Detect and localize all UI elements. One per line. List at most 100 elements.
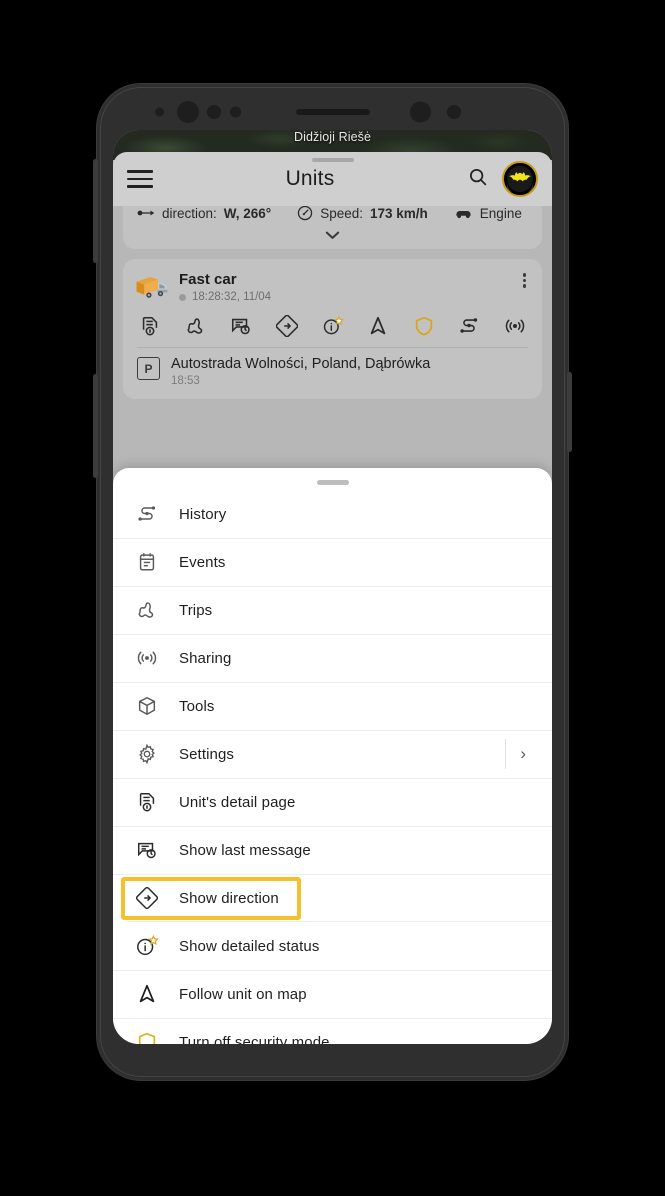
detailed-status-icon[interactable] — [322, 315, 344, 337]
parking-icon: P — [137, 357, 160, 380]
chevron-down-icon[interactable] — [123, 228, 542, 245]
phone-frame: Didžioji Riešė Units direction: W, 266° … — [93, 84, 572, 1080]
menu-item-label: Show detailed status — [179, 937, 320, 955]
menu-item-label: History — [179, 505, 227, 523]
detailed-status-icon — [135, 934, 159, 958]
hamburger-line-1 — [127, 170, 153, 173]
settings-submenu-affordance[interactable]: › — [505, 731, 538, 778]
power-button[interactable] — [567, 372, 572, 452]
chevron-right-icon[interactable]: › — [520, 744, 538, 764]
phone-screen: Didžioji Riešė Units direction: W, 266° … — [113, 130, 552, 1044]
info-value-direction: W, 266° — [223, 206, 272, 221]
menu-item-show-detailed-status[interactable]: Show detailed status — [113, 923, 552, 971]
menu-item-show-last-message[interactable]: Show last message — [113, 827, 552, 875]
menu-item-events[interactable]: Events — [113, 539, 552, 587]
menu-item-label: Sharing — [179, 649, 232, 667]
drag-handle[interactable] — [316, 480, 349, 485]
info-cell-engine: Engine — [441, 206, 535, 221]
menu-item-label: Tools — [179, 697, 215, 715]
status-badge — [179, 293, 186, 301]
map-place-label: Didžioji Riešė — [293, 130, 372, 144]
unit-card-header: Fast car 18:28:32, 11/04 — [123, 271, 542, 303]
menu-item-settings[interactable]: Settings › — [113, 731, 552, 779]
avatar[interactable] — [502, 161, 538, 197]
arrow-horizontal-icon — [137, 210, 155, 216]
more-options-icon[interactable] — [521, 271, 529, 290]
hamburger-line-2 — [127, 177, 153, 181]
bottom-sheet-menu: History Events Trips Sharing Tools Setti… — [113, 468, 552, 1044]
last-message-icon — [135, 838, 159, 862]
kebab-dot — [522, 273, 526, 277]
show-direction-icon[interactable] — [275, 315, 298, 337]
unit-card-titles: Fast car 18:28:32, 11/04 — [179, 271, 521, 303]
car-icon — [456, 210, 471, 219]
info-cell-direction: direction: W, 266° — [137, 206, 284, 221]
unit-address-row[interactable]: P Autostrada Wolności, Poland, Dąbrówka … — [137, 347, 528, 399]
unit-timestamp: 18:28:32, 11/04 — [192, 291, 272, 303]
menu-item-follow-unit-on-map[interactable]: Follow unit on map — [113, 971, 552, 1019]
menu-item-sharing[interactable]: Sharing — [113, 635, 552, 683]
volume-down-button[interactable] — [93, 374, 98, 478]
menu-item-turn-off-security-mode[interactable]: Turn off security mode — [113, 1019, 552, 1045]
unit-card-partial[interactable]: Company:SPACE SIM:0507000 Additi — [123, 206, 542, 249]
trips-icon — [135, 598, 159, 622]
hamburger-icon[interactable] — [127, 170, 153, 188]
trips-icon[interactable] — [185, 315, 207, 337]
earpiece-speaker — [295, 109, 370, 115]
info-label-speed: Speed: — [320, 206, 363, 221]
unit-address: Autostrada Wolności, Poland, Dąbrówka — [171, 356, 431, 372]
sharing-icon[interactable] — [504, 315, 526, 337]
kebab-dot — [522, 284, 526, 288]
kebab-dot — [522, 278, 526, 282]
security-mode-icon — [135, 1030, 159, 1044]
history-icon[interactable] — [458, 315, 480, 337]
app-bar: Units — [113, 152, 552, 206]
panel-grabber[interactable] — [311, 158, 354, 162]
divider — [505, 739, 507, 769]
menu-item-unit-detail-page[interactable]: Unit's detail page — [113, 779, 552, 827]
menu-item-trips[interactable]: Trips — [113, 587, 552, 635]
menu-item-label: Unit's detail page — [179, 793, 296, 811]
speedometer-icon — [298, 206, 313, 221]
search-icon[interactable] — [467, 166, 489, 193]
sensor-dot-3 — [230, 106, 241, 118]
unit-address-block: Autostrada Wolności, Poland, Dąbrówka 18… — [171, 356, 430, 387]
unit-quick-actions — [123, 303, 542, 347]
unit-address-time: 18:53 — [171, 375, 200, 387]
sensor-dot-5 — [447, 105, 461, 119]
menu-item-label: Trips — [179, 601, 213, 619]
gear-icon — [135, 742, 159, 766]
volume-up-button[interactable] — [93, 159, 98, 263]
menu-item-tools[interactable]: Tools — [113, 683, 552, 731]
unit-name: Fast car — [179, 271, 237, 288]
menu-item-history[interactable]: History — [113, 491, 552, 539]
menu-item-label: Follow unit on map — [179, 985, 307, 1003]
app-bar-actions — [467, 161, 538, 197]
front-camera-lens — [177, 101, 199, 123]
batman-avatar — [507, 166, 533, 192]
sensor-dot-1 — [155, 107, 164, 117]
info-value-speed: 173 km/h — [370, 206, 428, 221]
info-row-bottom: direction: W, 266° Speed: 173 km/h Engine — [123, 206, 542, 228]
menu-item-label: Events — [179, 553, 226, 571]
sensor-dot-2 — [207, 105, 221, 119]
menu-item-label: Show direction — [179, 889, 279, 907]
show-direction-icon — [135, 886, 159, 910]
follow-unit-icon[interactable] — [367, 315, 389, 337]
info-label-direction: direction: — [162, 206, 217, 221]
last-message-icon[interactable] — [230, 315, 252, 337]
hamburger-line-3 — [127, 185, 153, 188]
menu-item-show-direction[interactable]: Show direction — [113, 875, 552, 923]
info-cell-speed: Speed: 173 km/h — [284, 206, 441, 221]
unit-card[interactable]: Fast car 18:28:32, 11/04 P Autostrada Wo… — [123, 259, 542, 399]
info-label-engine: Engine — [479, 206, 522, 221]
unit-timestamp-row: 18:28:32, 11/04 — [179, 291, 521, 303]
page-title: Units — [285, 167, 335, 190]
menu-item-label: Show last message — [179, 841, 311, 859]
menu-item-label: Turn off security mode — [179, 1033, 330, 1045]
menu-item-label: Settings — [179, 745, 234, 763]
security-mode-icon[interactable] — [413, 315, 435, 337]
unit-detail-icon[interactable] — [139, 315, 161, 337]
events-icon — [135, 550, 159, 574]
tools-icon — [135, 694, 159, 718]
